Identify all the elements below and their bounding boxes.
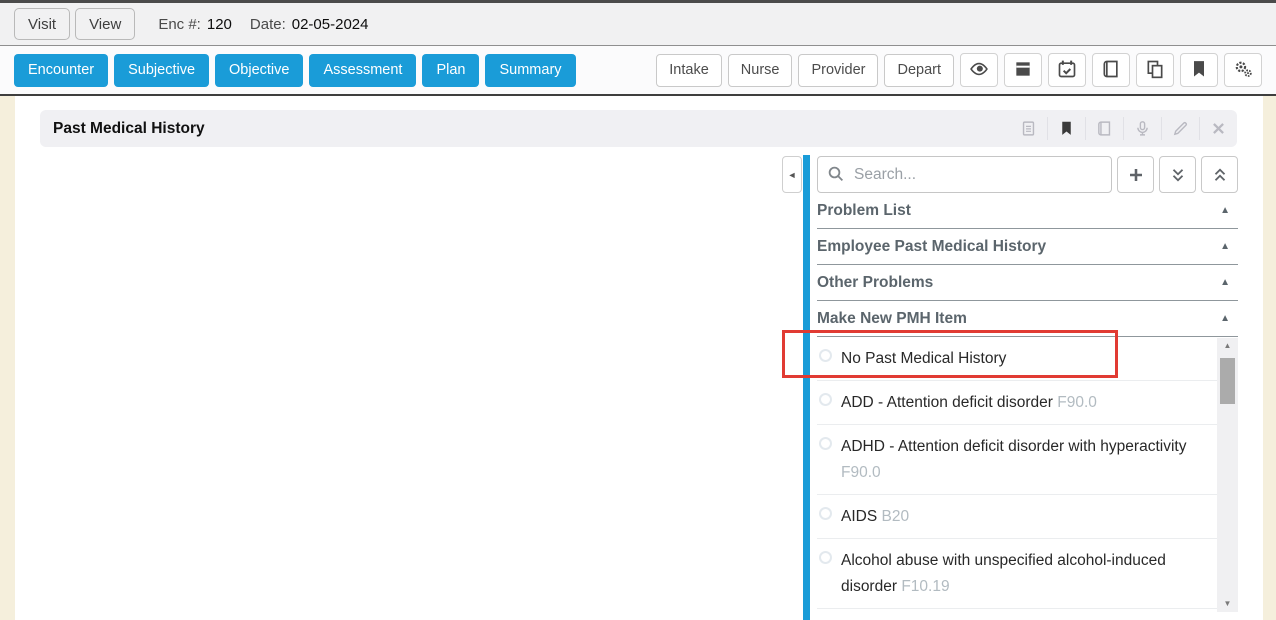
scroll-down-icon[interactable]: ▼	[1224, 599, 1232, 609]
collapse-caret-icon: ▲	[1220, 205, 1230, 216]
section-header-actions	[1009, 110, 1237, 147]
item-label: Alcohol abuse with unspecified alcohol-i…	[841, 552, 1166, 595]
depart-button[interactable]: Depart	[884, 54, 954, 87]
settings-button[interactable]	[1224, 53, 1262, 87]
list-scrollbar[interactable]: ▲ ▼	[1217, 338, 1238, 612]
gears-icon	[1233, 59, 1253, 82]
tab-assessment[interactable]: Assessment	[309, 54, 416, 87]
close-icon[interactable]	[1199, 117, 1237, 140]
encounter-number-value: 120	[207, 16, 232, 33]
group-other-problems[interactable]: Other Problems ▲	[817, 265, 1238, 301]
note-icon[interactable]	[1009, 117, 1047, 140]
copy-icon	[1145, 59, 1165, 82]
search-input[interactable]	[817, 156, 1112, 193]
group-make-new-pmh-item[interactable]: Make New PMH Item ▲	[817, 301, 1238, 337]
date-label: Date:	[250, 16, 286, 33]
nav-toolbar: Encounter Subjective Objective Assessmen…	[0, 46, 1276, 96]
pmh-picker-panel: Problem List ▲ Employee Past Medical His…	[817, 156, 1238, 620]
tab-encounter[interactable]: Encounter	[14, 54, 108, 87]
tab-summary[interactable]: Summary	[485, 54, 575, 87]
top-bar: Visit View Enc #: 120 Date: 02-05-2024	[0, 0, 1276, 46]
group-label: Other Problems	[817, 274, 933, 292]
book-icon[interactable]	[1085, 117, 1123, 140]
scrollbar-thumb[interactable]	[1220, 358, 1235, 404]
bookmark-icon[interactable]	[1047, 117, 1085, 140]
panel-accent-bar	[803, 155, 810, 620]
archive-button[interactable]	[1004, 53, 1042, 87]
nurse-button[interactable]: Nurse	[728, 54, 793, 87]
provider-button[interactable]: Provider	[798, 54, 878, 87]
intake-button[interactable]: Intake	[656, 54, 722, 87]
item-code: F90.0	[841, 464, 881, 481]
calendar-check-icon	[1057, 59, 1077, 82]
group-employee-pmh[interactable]: Employee Past Medical History ▲	[817, 229, 1238, 265]
radio-icon	[819, 393, 832, 406]
group-label: Make New PMH Item	[817, 310, 967, 328]
search-row	[817, 156, 1238, 193]
collapse-caret-icon: ▲	[1220, 277, 1230, 288]
list-item-no-past-medical-history[interactable]: No Past Medical History	[817, 337, 1217, 381]
bookmark-icon	[1189, 59, 1209, 82]
item-label: ADD - Attention deficit disorder	[841, 394, 1053, 411]
radio-icon	[819, 437, 832, 450]
add-item-button[interactable]	[1117, 156, 1154, 193]
scroll-up-icon[interactable]: ▲	[1224, 341, 1232, 351]
date-value: 02-05-2024	[292, 16, 369, 33]
eye-icon	[969, 59, 989, 82]
item-label: No Past Medical History	[841, 350, 1006, 367]
search-icon	[827, 165, 845, 183]
visit-button[interactable]: Visit	[14, 8, 70, 40]
group-label: Problem List	[817, 202, 911, 220]
encounter-number-label: Enc #:	[158, 16, 201, 33]
book-icon	[1101, 59, 1121, 82]
collapse-all-button[interactable]	[1201, 156, 1238, 193]
list-item-adhd[interactable]: ADHD - Attention deficit disorder with h…	[817, 425, 1217, 495]
collapse-caret-icon: ▲	[1220, 241, 1230, 252]
group-label: Employee Past Medical History	[817, 238, 1046, 256]
book-button[interactable]	[1092, 53, 1130, 87]
toolbar-right: Intake Nurse Provider Depart	[656, 53, 1262, 87]
page-title: Past Medical History	[53, 120, 205, 138]
tab-objective[interactable]: Objective	[215, 54, 303, 87]
item-label: ADHD - Attention deficit disorder with h…	[841, 438, 1186, 455]
item-label: AIDS	[841, 508, 877, 525]
list-item-alcohol-dependence[interactable]: Alcohol dependence with unspecified alco…	[817, 609, 1217, 620]
bookmark-button[interactable]	[1180, 53, 1218, 87]
list-item-aids[interactable]: AIDS B20	[817, 495, 1217, 539]
radio-icon	[819, 507, 832, 520]
archive-icon	[1013, 59, 1033, 82]
tab-plan[interactable]: Plan	[422, 54, 479, 87]
copy-button[interactable]	[1136, 53, 1174, 87]
app-window: Visit View Enc #: 120 Date: 02-05-2024 E…	[0, 0, 1276, 620]
view-button[interactable]: View	[75, 8, 135, 40]
group-problem-list[interactable]: Problem List ▲	[817, 193, 1238, 229]
radio-icon	[819, 349, 832, 362]
list-item-add[interactable]: ADD - Attention deficit disorder F90.0	[817, 381, 1217, 425]
tab-subjective[interactable]: Subjective	[114, 54, 209, 87]
item-code: F90.0	[1057, 394, 1097, 411]
section-tabs: Encounter Subjective Objective Assessmen…	[14, 54, 576, 87]
search-field-wrap	[817, 156, 1112, 193]
pmh-section-header: Past Medical History	[40, 110, 1237, 147]
eye-button[interactable]	[960, 53, 998, 87]
collapse-caret-icon: ▲	[1220, 313, 1230, 324]
radio-icon	[819, 551, 832, 564]
panel-collapse-button[interactable]: ◄	[782, 156, 802, 193]
pencil-icon[interactable]	[1161, 117, 1199, 140]
calendar-check-button[interactable]	[1048, 53, 1086, 87]
item-code: B20	[882, 508, 910, 525]
pmh-item-list: No Past Medical History ADD - Attention …	[817, 337, 1217, 620]
item-code: F10.19	[901, 578, 949, 595]
microphone-icon[interactable]	[1123, 117, 1161, 140]
expand-all-button[interactable]	[1159, 156, 1196, 193]
list-item-alcohol-abuse[interactable]: Alcohol abuse with unspecified alcohol-i…	[817, 539, 1217, 609]
